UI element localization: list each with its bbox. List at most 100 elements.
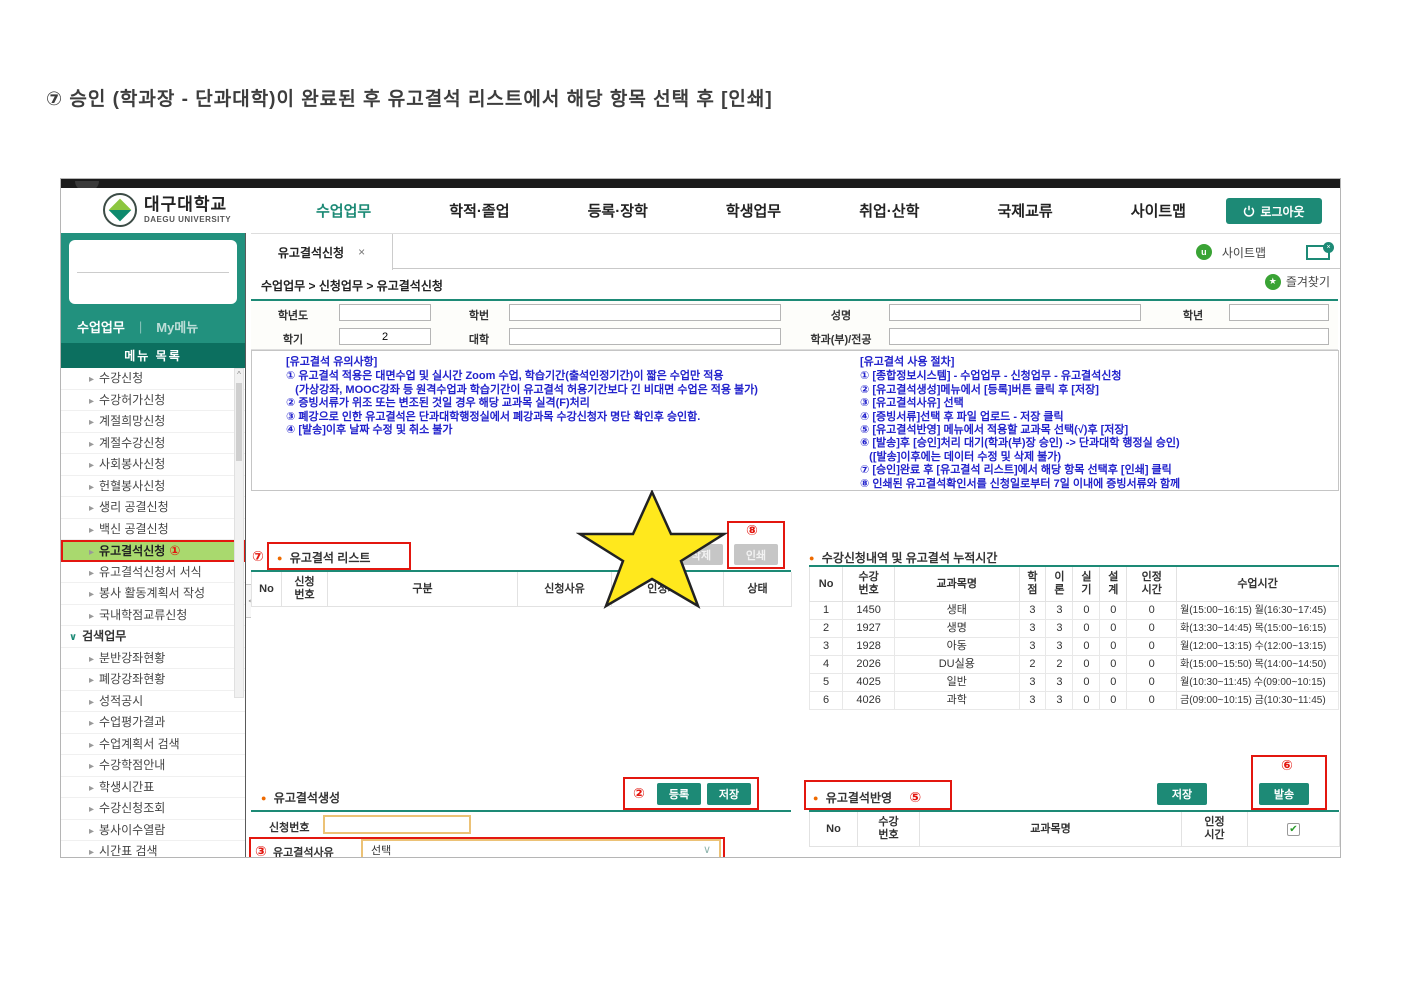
notice-line: ⑧ 인쇄된 유고결석확인서를 신청일로부터 7일 이내에 증빙서류와 함께 [860,478,1180,491]
bullet-icon: ● [277,553,282,563]
year-input[interactable] [339,304,431,321]
student-id-input[interactable] [509,304,781,321]
nav-item[interactable]: 취업·산학 [859,200,919,221]
content-area: 유고결석신청 × u 사이트맵 × 수업업무 > 신청업무 > 유고결석신청 ★… [251,233,1341,858]
sidebar-item[interactable]: ▸국내학점교류신청 [61,605,245,627]
column-header: 인정 시간 [1182,812,1248,847]
arrow-right-icon: ▸ [89,847,94,858]
logout-button[interactable]: 로그아웃 [1226,198,1322,224]
reason-type-select[interactable]: 선택 ∨ [361,839,721,858]
sidebar-item[interactable]: ▸유고결석신청① [61,540,245,562]
sidebar-item[interactable]: ▸폐강강좌현황 [61,669,245,691]
sidebar-item[interactable]: ▸계절희망신청 [61,411,245,433]
notice-line: ③ 폐강으로 인한 유고결석은 단과대학행정실에서 폐강과목 수강신청자 명단 … [286,411,758,424]
sidebar-item[interactable]: ▸봉사이수열람 [61,820,245,842]
tab-close-icon[interactable]: × [358,245,365,259]
cell: 0 [1073,602,1100,620]
arrow-right-icon: ▸ [89,654,94,665]
request-no-input[interactable] [323,815,471,834]
cell: 0 [1100,674,1127,692]
arrow-right-icon: ▸ [89,761,94,772]
nav-item[interactable]: 수업업무 [316,200,371,221]
apply-save-button[interactable]: 저장 [1157,783,1207,805]
sidebar-item[interactable]: ▸유고결석신청서 서식 [61,562,245,584]
cell: 3 [1046,602,1073,620]
column-header: 학 점 [1019,567,1046,602]
cell: 0 [1127,620,1177,638]
nav-item[interactable]: 학적·졸업 [449,200,509,221]
send-button[interactable]: 발송 [1259,783,1309,805]
sidebar-item[interactable]: ▸생리 공결신청 [61,497,245,519]
sidebar-item-label: 봉사이수열람 [99,823,165,837]
register-button[interactable]: 등록 [657,783,701,805]
sidebar-item[interactable]: ▸계절수강신청 [61,433,245,455]
sidebar-item[interactable]: ▸수강신청 [61,368,245,390]
cell: 6 [810,692,843,710]
sidebar-item[interactable]: ▸성적공시 [61,691,245,713]
sidebar-item[interactable]: ▸헌혈봉사신청 [61,476,245,498]
sidebar-item[interactable]: ▸수업계획서 검색 [61,734,245,756]
cell: 1 [810,602,843,620]
sidebar-item[interactable]: ▸수강학점안내 [61,755,245,777]
sidebar-item[interactable]: ▸수업평가결과 [61,712,245,734]
create-title: 유고결석생성 [274,791,340,805]
cell: 0 [1073,656,1100,674]
sidebar-item[interactable]: ▸분반강좌현황 [61,648,245,670]
sidebar-item[interactable]: ▸사회봉사신청 [61,454,245,476]
sitemap-link[interactable]: 사이트맵 [1222,244,1266,261]
cell: 일반 [895,674,1019,692]
sidebar-item[interactable]: ▸수강허가신청 [61,390,245,412]
grade-label: 학년 [1173,307,1213,323]
major-input[interactable] [889,328,1329,345]
main-nav: 수업업무 학적·졸업 등록·장학 학생업무 취업·산학 국제교류 사이트맵 [316,188,1186,233]
table-row: 42026DU실용22000화(15:00~15:50) 목(14:00~14:… [810,656,1339,674]
sidebar-tab-mymenu[interactable]: My메뉴 [156,317,198,336]
cell: 0 [1100,656,1127,674]
cell: 4026 [843,692,895,710]
sidebar-item-label: 백신 공결신청 [99,522,169,536]
star-highlight-shape [576,490,728,610]
select-all-checkbox[interactable]: ✔ [1287,823,1300,836]
notice-line: ④ [발송]이후 날짜 수정 및 취소 불가 [286,424,758,437]
nav-item[interactable]: 학생업무 [726,200,781,221]
cell: 생명 [895,620,1019,638]
popup-window-icon[interactable]: × [1306,245,1330,260]
sidebar-item[interactable]: ▸시간표 검색 [61,841,245,858]
sidebar-tab-lecture[interactable]: 수업업무 [77,317,125,336]
favorite-button[interactable]: ★ 즐겨찾기 [1265,273,1330,290]
sidebar-item[interactable]: ▸수강신청조회 [61,798,245,820]
sidebar-item[interactable]: ▸학생시간표 [61,777,245,799]
college-label: 대학 [459,331,499,347]
notice-line: ② [유고결석생성]메뉴에서 [등록]버튼 클릭 후 [저장] [860,384,1180,397]
scroll-up-icon[interactable]: ^ [235,369,243,381]
sidebar-item[interactable]: ∨검색업무 [61,626,245,648]
sidebar-scrollbar[interactable]: ^ [234,368,244,698]
cell: 0 [1073,620,1100,638]
sidebar-item[interactable]: ▸백신 공결신청 [61,519,245,541]
term-input[interactable] [339,328,431,345]
year-label: 학년도 [265,307,321,323]
column-header: 이 론 [1046,567,1073,602]
create-save-button[interactable]: 저장 [707,783,751,805]
column-header: 상태 [724,572,792,607]
grade-input[interactable] [1229,304,1329,321]
user-info-card [69,240,237,304]
print-button[interactable]: 인쇄 [734,544,778,565]
arrow-right-icon: ▸ [89,547,94,558]
arrow-right-icon: ▸ [89,718,94,729]
cell: 1450 [843,602,895,620]
college-input[interactable] [509,328,781,345]
sidebar-item[interactable]: ▸봉사 활동계획서 작성 [61,583,245,605]
scrollbar-thumb[interactable] [236,383,242,461]
column-header: 수강 번호 [858,812,920,847]
nav-item[interactable]: 국제교류 [997,200,1052,221]
cell: 월(15:00~16:15) 월(16:30~17:45) [1177,602,1339,620]
nav-item[interactable]: 사이트맵 [1131,200,1186,221]
tab-absence-application[interactable]: 유고결석신청 × [251,234,393,270]
create-divider [251,810,791,812]
nav-item[interactable]: 등록·장학 [588,200,648,221]
logout-label: 로그아웃 [1260,203,1304,220]
notice-line: ③ [유고결석사유] 선택 [860,397,1180,410]
enrollment-table: No수강 번호교과목명학 점이 론실 기설 계인정 시간수업시간 11450생태… [809,567,1339,710]
name-input[interactable] [889,304,1141,321]
